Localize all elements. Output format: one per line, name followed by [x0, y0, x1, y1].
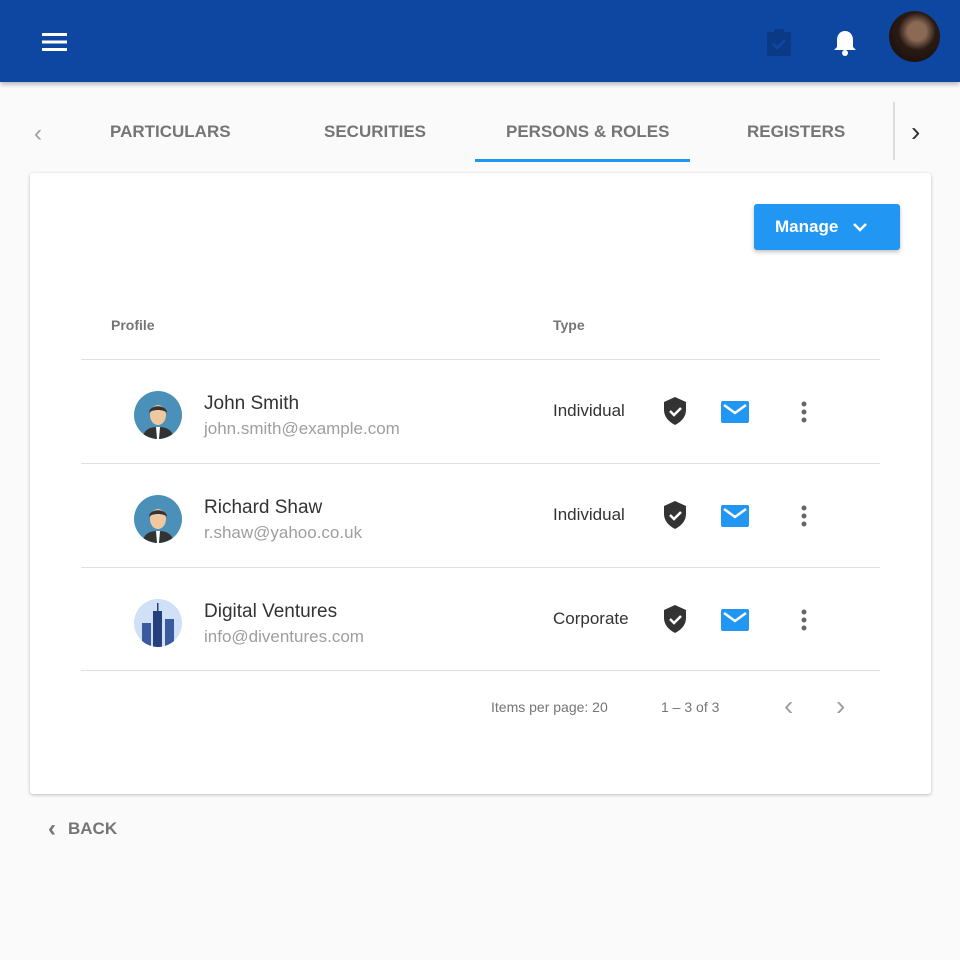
tabs-scroll-right-icon[interactable]: ›: [911, 116, 920, 148]
tabs-divider: [893, 102, 895, 160]
tab-particulars[interactable]: PARTICULARS: [110, 122, 231, 142]
person-avatar: [134, 391, 182, 439]
active-tab-indicator: [475, 159, 690, 162]
tab-persons-roles[interactable]: PERSONS & ROLES: [506, 122, 669, 142]
table-row[interactable]: Digital Ventures info@diventures.com Cor…: [81, 567, 880, 671]
persons-card: Manage Profile Type John Smith john.smit…: [30, 173, 931, 794]
page-range: 1 – 3 of 3: [661, 699, 720, 715]
more-vert-icon[interactable]: [800, 608, 808, 632]
row-name[interactable]: Richard Shaw: [204, 497, 322, 519]
bell-icon[interactable]: [833, 29, 857, 56]
row-name[interactable]: John Smith: [204, 393, 299, 415]
items-per-page-select[interactable]: 20: [592, 699, 608, 715]
mail-icon[interactable]: [721, 401, 749, 423]
row-type: Individual: [553, 505, 625, 524]
next-page-icon[interactable]: ›: [836, 690, 845, 722]
back-button[interactable]: ‹ BACK: [48, 815, 117, 843]
more-vert-icon[interactable]: [800, 504, 808, 528]
table-bottom-divider: [81, 670, 880, 671]
column-header-profile: Profile: [111, 317, 155, 333]
table-row[interactable]: John Smith john.smith@example.com Indivi…: [81, 359, 880, 463]
row-email: info@diventures.com: [204, 627, 364, 646]
chevron-down-icon: [853, 223, 868, 232]
row-type: Corporate: [553, 609, 629, 628]
row-email: john.smith@example.com: [204, 419, 400, 438]
tab-registers[interactable]: REGISTERS: [747, 122, 845, 142]
manage-button[interactable]: Manage: [754, 204, 900, 250]
tabs-scroll-left-icon[interactable]: ‹: [34, 120, 42, 148]
row-type: Individual: [553, 401, 625, 420]
mail-icon[interactable]: [721, 505, 749, 527]
shield-check-icon[interactable]: [662, 604, 688, 634]
back-label: BACK: [68, 819, 118, 838]
column-header-type: Type: [553, 317, 585, 333]
items-per-page: Items per page: 20: [491, 699, 608, 715]
row-email: r.shaw@yahoo.co.uk: [204, 523, 363, 542]
clipboard-check-icon[interactable]: [766, 28, 792, 56]
building-avatar: [134, 599, 182, 647]
previous-page-icon[interactable]: ‹: [784, 690, 793, 722]
table-row[interactable]: Richard Shaw r.shaw@yahoo.co.uk Individu…: [81, 463, 880, 567]
person-avatar: [134, 495, 182, 543]
mail-icon[interactable]: [721, 609, 749, 631]
more-vert-icon[interactable]: [800, 400, 808, 424]
items-per-page-label: Items per page:: [491, 699, 589, 715]
shield-check-icon[interactable]: [662, 396, 688, 426]
menu-icon[interactable]: [42, 33, 67, 51]
tab-securities[interactable]: SECURITIES: [324, 122, 426, 142]
shield-check-icon[interactable]: [662, 500, 688, 530]
chevron-left-icon: ‹: [48, 815, 56, 842]
app-bar: [0, 0, 960, 82]
manage-label: Manage: [775, 217, 839, 236]
row-name[interactable]: Digital Ventures: [204, 601, 337, 623]
user-avatar[interactable]: [889, 11, 940, 62]
